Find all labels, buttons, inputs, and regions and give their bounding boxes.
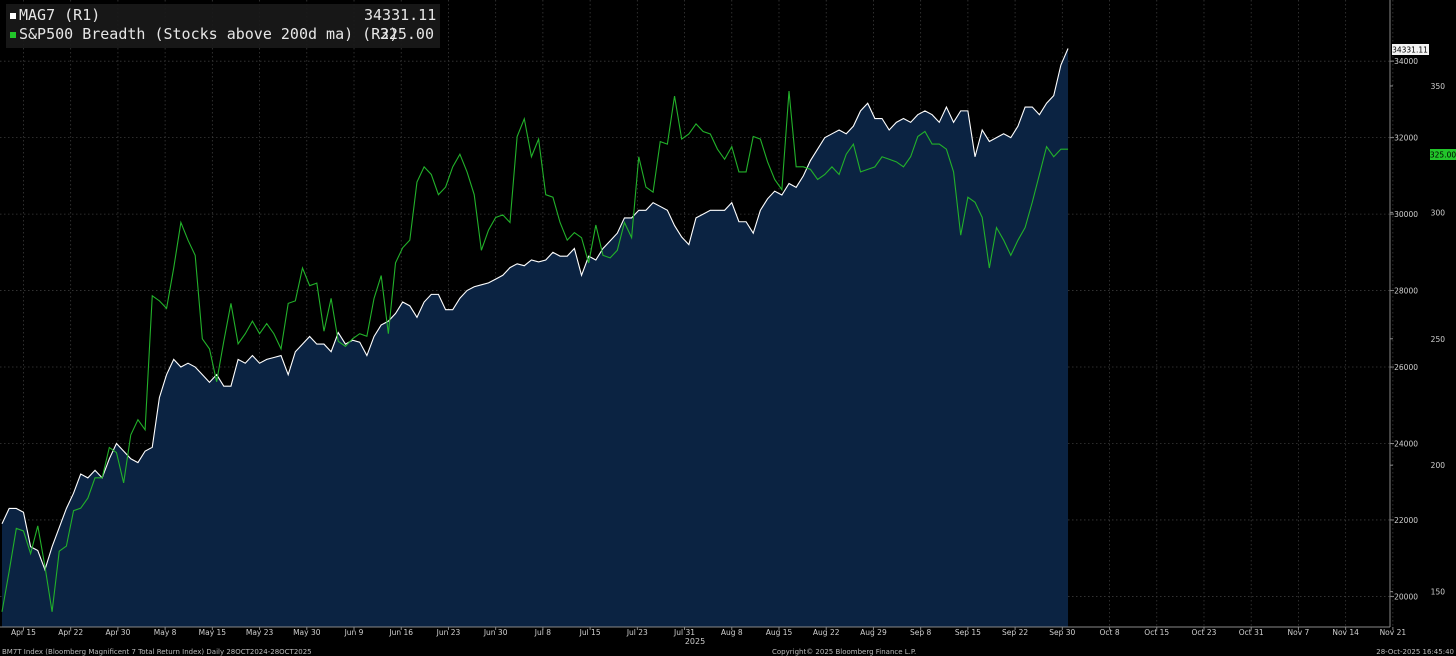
r1-axis: 20000 22000 24000 26000 28000 30000 32000 34000	[1390, 57, 1418, 601]
x-tick-label: Oct 23	[1192, 628, 1217, 637]
x-tick-label: Apr 30	[105, 628, 130, 637]
x-tick-label: Aug 22	[813, 628, 840, 637]
x-tick-label: Nov 21	[1380, 628, 1407, 637]
x-tick-label: May 23	[246, 628, 274, 637]
r1-tick-label: 24000	[1394, 439, 1418, 448]
x-tick-label: Jul 8	[534, 628, 551, 637]
r2-tick-label: 350	[1431, 82, 1446, 91]
x-tick-label: Apr 15	[11, 628, 36, 637]
x-tick-label: Aug 8	[721, 628, 743, 637]
legend-row-breadth: S&P500 Breadth (Stocks above 200d ma) (R…	[10, 25, 434, 44]
x-tick-label: Sep 8	[910, 628, 932, 637]
last-value-tag-r2: 325.00	[1430, 149, 1456, 160]
r1-tick-label: 34000	[1394, 57, 1418, 66]
footer-center: Copyright© 2025 Bloomberg Finance L.P.	[772, 648, 917, 656]
x-tick-label: May 8	[154, 628, 177, 637]
legend-row-mag7: MAG7 (R1) 34331.11	[10, 6, 437, 25]
footer-right: 28-Oct-2025 16:45:40	[1376, 648, 1454, 656]
x-tick-label: Nov 14	[1332, 628, 1359, 637]
r1-tick-label: 22000	[1394, 516, 1418, 525]
x-tick-label: Jul 15	[579, 628, 601, 637]
r2-tick-label: 300	[1431, 208, 1446, 217]
x-tick-label: May 30	[293, 628, 321, 637]
r1-tick-label: 20000	[1394, 592, 1418, 601]
year-label: 2025	[685, 637, 705, 646]
x-tick-label: Sep 30	[1049, 628, 1075, 637]
r1-tick-label: 28000	[1394, 287, 1418, 296]
chart: 20000 22000 24000 26000 28000 30000 32000 34000…	[0, 0, 1456, 646]
last-value-tag-r1: 34331.11	[1392, 44, 1429, 55]
x-tick-label: Aug 29	[860, 628, 887, 637]
legend-swatch-breadth	[10, 31, 16, 38]
legend-value-mag7: 34331.11	[364, 6, 437, 24]
x-tick-label: Jun 30	[483, 628, 508, 637]
r2-tick-label: 150	[1431, 588, 1446, 597]
x-tick-label: Oct 8	[1099, 628, 1119, 637]
x-tick-label: Oct 31	[1239, 628, 1264, 637]
r2-tick-label: 200	[1431, 461, 1446, 470]
r2-tick-label: 250	[1431, 335, 1446, 344]
x-tick-label: Jun 23	[436, 628, 461, 637]
x-axis: Apr 15 Apr 22 Apr 30 May 8 May 15 May 23 May 3…	[11, 627, 1406, 637]
legend: MAG7 (R1) 34331.11 S&P500 Breadth (Stock…	[6, 4, 440, 48]
last-value-r1: 34331.11	[1392, 46, 1428, 55]
footer-left: BM7T Index (Bloomberg Magnificent 7 Tota…	[2, 648, 312, 656]
x-tick-label: Jul 31	[673, 628, 695, 637]
r1-tick-label: 30000	[1394, 210, 1418, 219]
r1-tick-label: 26000	[1394, 363, 1418, 372]
x-tick-label: Oct 15	[1144, 628, 1169, 637]
r1-tick-label: 32000	[1394, 134, 1418, 143]
x-tick-label: Aug 15	[766, 628, 793, 637]
x-tick-label: Apr 22	[58, 628, 83, 637]
last-value-r2: 325.00	[1430, 151, 1456, 160]
x-tick-label: Sep 15	[955, 628, 981, 637]
legend-swatch-mag7	[10, 12, 16, 19]
legend-label-mag7: MAG7 (R1)	[19, 6, 101, 24]
x-tick-label: Jun 16	[388, 628, 413, 637]
x-tick-label: May 15	[199, 628, 227, 637]
legend-value-breadth: 325.00	[379, 25, 434, 43]
x-tick-label: Sep 22	[1002, 628, 1028, 637]
x-tick-label: Nov 7	[1288, 628, 1310, 637]
x-tick-label: Jun 9	[344, 628, 364, 637]
x-tick-label: Jul 23	[626, 628, 648, 637]
legend-label-breadth: S&P500 Breadth (Stocks above 200d ma) (R…	[19, 25, 399, 43]
